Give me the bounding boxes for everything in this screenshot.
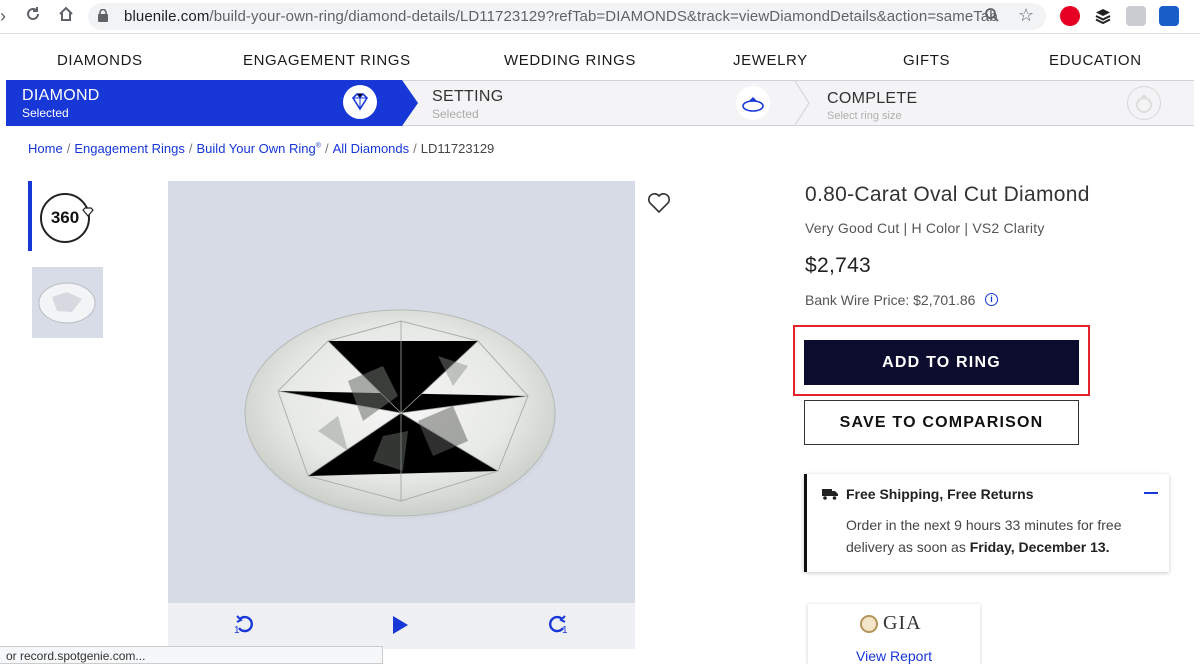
build-steps-bar: DIAMOND Selected SETTING Selected COMPLE… (6, 80, 1194, 126)
gia-seal-icon (860, 615, 878, 633)
view-report-link[interactable]: View Report (856, 648, 932, 664)
diamond-viewer[interactable] (168, 181, 635, 603)
step-diamond-sub: Selected (22, 106, 69, 120)
nav-gifts[interactable]: GIFTS (903, 52, 950, 69)
bookmark-star-icon[interactable]: ☆ (1018, 5, 1034, 26)
diamond-image (244, 309, 556, 519)
registered-mark: ® (315, 142, 321, 150)
home-icon[interactable] (55, 5, 77, 27)
breadcrumb-separator: / (413, 141, 417, 156)
breadcrumb-home[interactable]: Home (28, 141, 63, 156)
forward-icon[interactable]: › (0, 5, 14, 27)
breadcrumb: Home / Engagement Rings / Build Your Own Rin… (28, 141, 494, 156)
breadcrumb-engagement-rings[interactable]: Engagement Rings (74, 141, 185, 156)
nav-engagement-rings[interactable]: ENGAGEMENT RINGS (243, 52, 411, 69)
nav-wedding-rings[interactable]: WEDDING RINGS (504, 52, 636, 69)
step-arrow (402, 80, 418, 126)
step-setting-sub: Selected (432, 107, 479, 121)
nav-jewelry[interactable]: JEWELRY (733, 52, 808, 69)
product-price: $2,743 (805, 254, 872, 277)
add-to-ring-button[interactable]: ADD TO RING (804, 340, 1079, 385)
url-text: bluenile.com/build-your-own-ring/diamond… (124, 8, 998, 25)
diamond-icon (343, 85, 377, 119)
bank-wire-price: Bank Wire Price: $2,701.86 (805, 292, 976, 308)
shipping-heading: Free Shipping, Free Returns (846, 486, 1034, 502)
product-title: 0.80-Carat Oval Cut Diamond (805, 183, 1090, 206)
step-complete-title: COMPLETE (827, 90, 918, 107)
product-specs: Very Good Cut | H Color | VS2 Clarity (805, 220, 1045, 236)
zoom-icon[interactable] (984, 7, 1000, 28)
play-icon (393, 616, 408, 634)
nav-education[interactable]: EDUCATION (1049, 52, 1142, 69)
breadcrumb-all-diamonds[interactable]: All Diamonds (333, 141, 410, 156)
small-diamond-icon (82, 207, 94, 217)
shipping-body: Order in the next 9 hours 33 minutes for… (846, 514, 1156, 558)
rotate-left-button[interactable]: 1 (234, 613, 256, 641)
bitwarden-icon[interactable] (1159, 6, 1179, 26)
view-360-thumbnail[interactable]: 360 (40, 193, 90, 243)
step-diamond-title: DIAMOND (22, 87, 100, 104)
rotate-right-button[interactable]: 1 (546, 613, 568, 641)
main-navigation: DIAMONDS ENGAGEMENT RINGS WEDDING RINGS … (0, 34, 1200, 78)
breadcrumb-separator: / (324, 141, 329, 156)
pinterest-icon[interactable] (1060, 6, 1080, 26)
ring-icon (1127, 86, 1161, 120)
step-complete-sub: Select ring size (827, 110, 902, 122)
viewer-controls: 1 1 (168, 603, 635, 649)
browser-toolbar: › bluenile.com/build-your-own-ring/diamo… (0, 0, 1200, 34)
ring-setting-icon (736, 86, 770, 120)
step-setting-title: SETTING (432, 88, 504, 105)
collapse-minus-icon[interactable] (1144, 492, 1158, 494)
truck-icon (822, 489, 838, 500)
diamond-image-thumbnail[interactable] (32, 267, 103, 338)
heart-icon[interactable] (647, 192, 671, 214)
lock-icon (98, 9, 108, 22)
gia-logo: GIA (883, 612, 922, 634)
breadcrumb-separator: / (188, 141, 193, 156)
buffer-icon[interactable] (1093, 6, 1113, 26)
rotate-left-count: 1 (234, 625, 240, 636)
play-button[interactable] (391, 615, 409, 641)
address-bar[interactable]: bluenile.com/build-your-own-ring/diamond… (88, 3, 1046, 30)
step-diamond[interactable]: DIAMOND Selected (6, 80, 402, 126)
delivery-date: Friday, December 13. (969, 539, 1110, 555)
rotate-right-count: 1 (562, 625, 568, 636)
gia-report-card: GIA View Report (808, 604, 980, 664)
breadcrumb-build-your-own-ring[interactable]: Build Your Own Ring® (197, 141, 321, 156)
step-separator (794, 81, 810, 125)
breadcrumb-separator: / (66, 141, 71, 156)
nav-diamonds[interactable]: DIAMONDS (57, 52, 143, 69)
breadcrumb-current: LD11723129 (420, 141, 495, 156)
save-to-comparison-button[interactable]: SAVE TO COMPARISON (804, 400, 1079, 445)
reload-icon[interactable] (22, 5, 44, 27)
info-icon[interactable]: i (985, 293, 998, 306)
browser-status-bar: or record.spotgenie.com... (0, 646, 383, 664)
thumbnail-active-indicator (28, 181, 32, 251)
breadcrumb-byo-label: Build Your Own Ring (196, 141, 316, 156)
shipping-panel: Free Shipping, Free Returns Order in the… (804, 474, 1169, 572)
extension-icon[interactable] (1126, 6, 1146, 26)
view-360-label: 360 (50, 208, 80, 227)
